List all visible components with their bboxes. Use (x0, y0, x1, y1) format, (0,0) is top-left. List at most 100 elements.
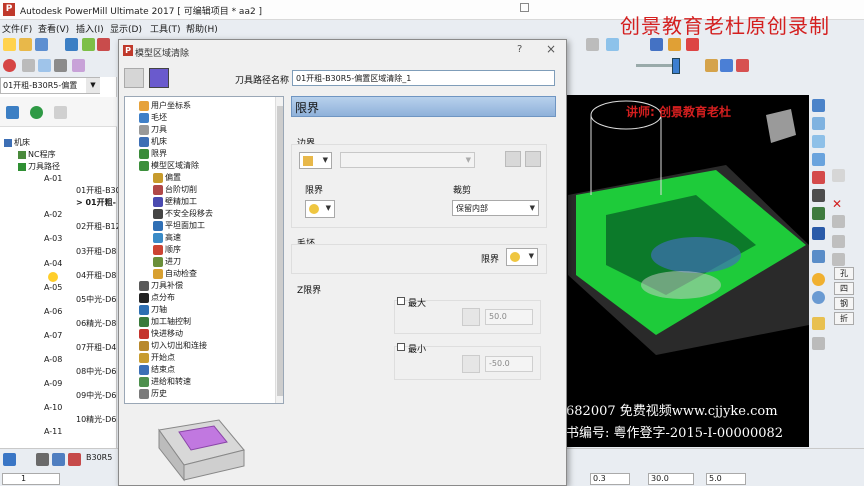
menu-view[interactable]: 查看(V) (38, 22, 69, 35)
tree-item-machine[interactable]: 机床 (14, 137, 30, 149)
nav-item[interactable]: 自动检查 (165, 268, 197, 280)
nav-item[interactable]: 点分布 (151, 292, 175, 304)
boundary-type-combo[interactable]: ▼ (299, 152, 332, 169)
iso-view-icon[interactable] (606, 38, 619, 51)
nav-item[interactable]: 进给和转速 (151, 376, 191, 388)
help-icon[interactable]: ? (517, 44, 522, 55)
status-grid-icon[interactable] (36, 453, 49, 466)
measure-icon[interactable] (72, 59, 85, 72)
wireframe-icon[interactable] (686, 38, 699, 51)
sim-icon[interactable] (22, 59, 35, 72)
light-icon[interactable] (812, 273, 825, 286)
delete-icon[interactable] (832, 215, 845, 228)
tree-item[interactable]: 08中光-D6 (76, 366, 116, 378)
boundary-icon[interactable] (97, 38, 110, 51)
edit-boundary-icon[interactable] (525, 151, 541, 167)
view-top-icon[interactable] (812, 99, 825, 112)
paste-icon[interactable] (832, 253, 845, 266)
z-min-pick-icon[interactable] (462, 355, 480, 373)
nav-item[interactable]: 不安全段移去 (165, 208, 213, 220)
library-icon[interactable] (149, 68, 169, 88)
tree-item[interactable]: A-08 (44, 354, 62, 366)
tree-item[interactable]: 02开粗-B12 (76, 221, 121, 233)
z-min-input[interactable]: -50.0 (485, 356, 533, 372)
tree-item-toolpaths[interactable]: 刀具路径 (28, 161, 60, 173)
graphics-viewport[interactable] (566, 95, 809, 447)
menu-file[interactable]: 文件(F) (2, 22, 32, 35)
nav-item[interactable]: 毛坯 (151, 112, 167, 124)
z-max-input[interactable]: 50.0 (485, 309, 533, 325)
copy-icon[interactable] (832, 235, 845, 248)
nav-item[interactable]: 机床 (151, 136, 167, 148)
nav-item[interactable]: 刀具 (151, 124, 167, 136)
hole-button[interactable]: 孔 (834, 267, 854, 280)
nav-item[interactable]: 刀轴 (151, 304, 167, 316)
close-icon[interactable]: × (546, 42, 556, 56)
view-front-icon[interactable] (812, 117, 825, 130)
path-name-input[interactable]: 01开粗-B30R5-偏置区域清除_1 (292, 70, 555, 86)
tree-item[interactable]: 06精光-D8 (76, 318, 116, 330)
status-value-3[interactable]: 5.0 (706, 473, 746, 485)
status-block-icon[interactable] (52, 453, 65, 466)
nav-item[interactable]: 加工轴控制 (151, 316, 191, 328)
play-icon[interactable] (705, 59, 718, 72)
trim-combo[interactable]: 保留内部 ▼ (452, 200, 539, 216)
speed-slider[interactable] (636, 64, 672, 67)
nav-item[interactable]: 台阶切削 (165, 184, 197, 196)
block-icon[interactable] (65, 38, 78, 51)
tool-select[interactable]: 01开粗-B30R5-偏置 (0, 77, 100, 94)
record-icon[interactable] (3, 59, 16, 72)
speed-slider-thumb[interactable] (672, 58, 680, 74)
nav-scrollbar[interactable] (275, 97, 283, 403)
nav-item[interactable]: 壁精加工 (165, 196, 197, 208)
nav-item[interactable]: 开始点 (151, 352, 175, 364)
tree-item[interactable]: 01开粗-B30 (76, 185, 121, 197)
nav-item[interactable]: 切入切出和连接 (151, 340, 207, 352)
nav-item[interactable]: 限界 (151, 148, 167, 160)
menu-insert[interactable]: 插入(I) (76, 22, 104, 35)
zoom-icon[interactable] (812, 171, 825, 184)
fold-button[interactable]: 折 (834, 312, 854, 325)
nav-item[interactable]: 平坦面加工 (165, 220, 205, 232)
open-file-icon[interactable] (832, 169, 845, 182)
tree-item[interactable]: A-10 (44, 402, 62, 414)
menu-tools[interactable]: 工具(T) (150, 22, 181, 35)
nav-scrollbar-thumb[interactable] (277, 106, 283, 396)
tree-item[interactable]: 10精光-D6 (76, 414, 116, 426)
nav-item[interactable]: 顺序 (165, 244, 181, 256)
open-icon[interactable] (19, 38, 32, 51)
rotate-icon[interactable] (54, 59, 67, 72)
tree-item[interactable]: A-11 (44, 426, 62, 438)
stop-icon[interactable] (736, 59, 749, 72)
status-value-1[interactable]: 0.3 (590, 473, 630, 485)
z-max-pick-icon[interactable] (462, 308, 480, 326)
chevron-down-icon[interactable]: ▼ (86, 78, 100, 93)
status-tool-icon[interactable] (3, 453, 16, 466)
pan-icon[interactable] (812, 207, 825, 220)
explorer-trash-icon[interactable] (54, 106, 67, 119)
tree-item[interactable]: A-07 (44, 330, 62, 342)
nav-item[interactable]: 历史 (151, 388, 167, 400)
nav-item[interactable]: 快进移动 (151, 328, 183, 340)
settings-icon[interactable] (124, 68, 144, 88)
nav-item[interactable]: 刀具补偿 (151, 280, 183, 292)
four-button[interactable]: 四 (834, 282, 854, 295)
shade-model-icon[interactable] (812, 227, 825, 240)
tree-item[interactable]: A-02 (44, 209, 62, 221)
tree-item[interactable]: 09中光-D6 (76, 390, 116, 402)
view-icon[interactable] (586, 38, 599, 51)
pick-boundary-icon[interactable] (505, 151, 521, 167)
globe-icon[interactable] (812, 291, 825, 304)
steel-button[interactable]: 钢 (834, 297, 854, 310)
limit-combo[interactable]: ▼ (305, 200, 335, 218)
close-icon[interactable]: ✕ (832, 197, 852, 211)
select-icon[interactable] (38, 59, 51, 72)
plane-icon[interactable] (650, 38, 663, 51)
save-icon[interactable] (35, 38, 48, 51)
tree-item-active[interactable]: > 01开粗- (76, 197, 116, 209)
block-limit-combo[interactable]: ▼ (506, 248, 538, 266)
step-icon[interactable] (720, 59, 733, 72)
nav-item[interactable]: 高速 (165, 232, 181, 244)
view-iso-icon[interactable] (812, 153, 825, 166)
tree-item[interactable]: 04开粗-D8 (76, 270, 116, 282)
